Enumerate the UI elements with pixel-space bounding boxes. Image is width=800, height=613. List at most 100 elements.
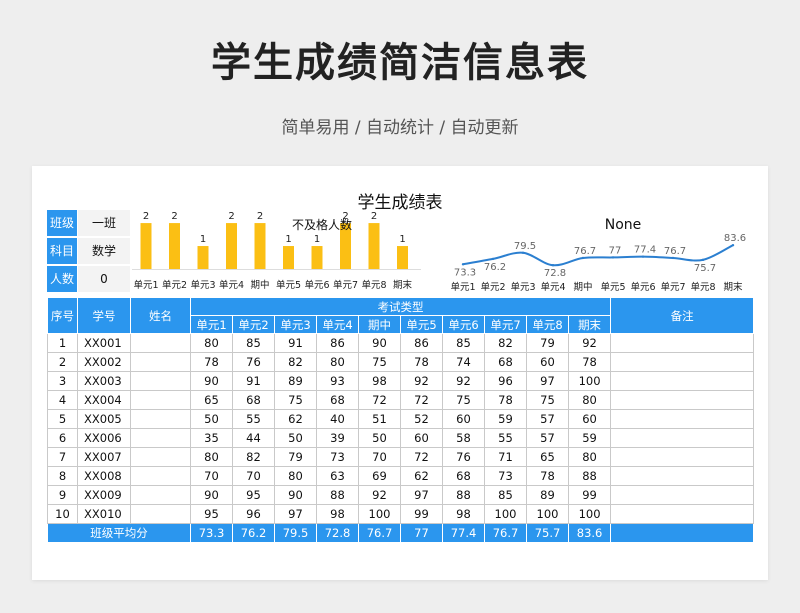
cell-score[interactable]: 72: [400, 390, 443, 410]
cell-name[interactable]: [130, 333, 191, 353]
cell-score[interactable]: 80: [274, 466, 317, 486]
cell-score[interactable]: 57: [526, 409, 569, 429]
cell-score[interactable]: 72: [358, 390, 401, 410]
cell-score[interactable]: 78: [526, 466, 569, 486]
cell-score[interactable]: 62: [274, 409, 317, 429]
cell-name[interactable]: [130, 447, 191, 467]
cell-score[interactable]: 85: [484, 485, 527, 505]
cell-score[interactable]: 100: [567, 504, 612, 524]
cell-remark[interactable]: [610, 504, 755, 524]
cell-score[interactable]: 100: [526, 504, 569, 524]
cell-score[interactable]: 82: [484, 333, 527, 353]
cell-score[interactable]: 63: [316, 466, 359, 486]
cell-score[interactable]: 86: [400, 333, 443, 353]
cell-score[interactable]: 91: [274, 333, 317, 353]
cell-score[interactable]: 70: [190, 466, 233, 486]
cell-score[interactable]: 100: [484, 504, 527, 524]
cell-score[interactable]: 97: [400, 485, 443, 505]
cell-student-id[interactable]: XX008: [77, 466, 131, 486]
info-value[interactable]: 数学: [78, 238, 130, 264]
cell-score[interactable]: 78: [190, 352, 233, 372]
cell-student-id[interactable]: XX007: [77, 447, 131, 467]
cell-score[interactable]: 92: [442, 371, 485, 391]
cell-score[interactable]: 88: [316, 485, 359, 505]
cell-score[interactable]: 89: [526, 485, 569, 505]
cell-score[interactable]: 57: [526, 428, 569, 448]
cell-score[interactable]: 96: [232, 504, 275, 524]
cell-score[interactable]: 75: [526, 390, 569, 410]
cell-score[interactable]: 80: [567, 390, 612, 410]
cell-student-id[interactable]: XX002: [77, 352, 131, 372]
cell-score[interactable]: 65: [190, 390, 233, 410]
cell-score[interactable]: 90: [190, 371, 233, 391]
cell-name[interactable]: [130, 485, 191, 505]
cell-score[interactable]: 35: [190, 428, 233, 448]
cell-score[interactable]: 97: [526, 371, 569, 391]
cell-score[interactable]: 52: [400, 409, 443, 429]
cell-score[interactable]: 95: [232, 485, 275, 505]
cell-score[interactable]: 68: [484, 352, 527, 372]
cell-name[interactable]: [130, 409, 191, 429]
cell-score[interactable]: 88: [567, 466, 612, 486]
cell-score[interactable]: 62: [400, 466, 443, 486]
cell-score[interactable]: 79: [526, 333, 569, 353]
cell-score[interactable]: 59: [484, 409, 527, 429]
cell-remark[interactable]: [610, 352, 755, 372]
cell-score[interactable]: 68: [316, 390, 359, 410]
cell-score[interactable]: 82: [232, 447, 275, 467]
cell-score[interactable]: 90: [358, 333, 401, 353]
cell-score[interactable]: 89: [274, 371, 317, 391]
cell-student-id[interactable]: XX001: [77, 333, 131, 353]
cell-score[interactable]: 60: [526, 352, 569, 372]
cell-remark[interactable]: [610, 428, 755, 448]
cell-score[interactable]: 90: [190, 485, 233, 505]
cell-score[interactable]: 98: [316, 504, 359, 524]
cell-score[interactable]: 99: [400, 504, 443, 524]
cell-score[interactable]: 76: [442, 447, 485, 467]
cell-remark[interactable]: [610, 466, 755, 486]
cell-score[interactable]: 85: [232, 333, 275, 353]
cell-score[interactable]: 78: [567, 352, 612, 372]
cell-score[interactable]: 92: [358, 485, 401, 505]
cell-score[interactable]: 55: [232, 409, 275, 429]
cell-score[interactable]: 60: [442, 409, 485, 429]
cell-score[interactable]: 68: [442, 466, 485, 486]
cell-score[interactable]: 92: [567, 333, 612, 353]
cell-name[interactable]: [130, 390, 191, 410]
cell-name[interactable]: [130, 371, 191, 391]
cell-student-id[interactable]: XX009: [77, 485, 131, 505]
cell-score[interactable]: 90: [274, 485, 317, 505]
cell-name[interactable]: [130, 504, 191, 524]
cell-score[interactable]: 68: [232, 390, 275, 410]
cell-score[interactable]: 96: [484, 371, 527, 391]
cell-score[interactable]: 79: [274, 447, 317, 467]
cell-score[interactable]: 78: [484, 390, 527, 410]
cell-score[interactable]: 65: [526, 447, 569, 467]
cell-score[interactable]: 99: [567, 485, 612, 505]
cell-student-id[interactable]: XX004: [77, 390, 131, 410]
cell-student-id[interactable]: XX006: [77, 428, 131, 448]
cell-score[interactable]: 71: [484, 447, 527, 467]
cell-score[interactable]: 76: [232, 352, 275, 372]
cell-score[interactable]: 85: [442, 333, 485, 353]
cell-score[interactable]: 78: [400, 352, 443, 372]
cell-score[interactable]: 70: [232, 466, 275, 486]
cell-score[interactable]: 95: [190, 504, 233, 524]
cell-score[interactable]: 80: [316, 352, 359, 372]
cell-score[interactable]: 75: [274, 390, 317, 410]
cell-score[interactable]: 55: [484, 428, 527, 448]
cell-score[interactable]: 80: [190, 447, 233, 467]
cell-remark[interactable]: [610, 409, 755, 429]
cell-score[interactable]: 73: [484, 466, 527, 486]
cell-score[interactable]: 39: [316, 428, 359, 448]
cell-name[interactable]: [130, 466, 191, 486]
cell-score[interactable]: 69: [358, 466, 401, 486]
cell-score[interactable]: 50: [190, 409, 233, 429]
cell-score[interactable]: 86: [316, 333, 359, 353]
cell-score[interactable]: 60: [400, 428, 443, 448]
cell-score[interactable]: 75: [442, 390, 485, 410]
cell-remark[interactable]: [610, 485, 755, 505]
cell-score[interactable]: 98: [442, 504, 485, 524]
cell-score[interactable]: 91: [232, 371, 275, 391]
cell-remark[interactable]: [610, 371, 755, 391]
